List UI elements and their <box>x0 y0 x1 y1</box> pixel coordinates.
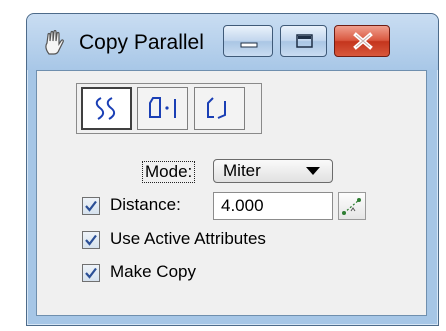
title-bar[interactable]: Copy Parallel <box>27 14 438 70</box>
distance-input[interactable]: 4.000 <box>213 192 333 220</box>
hand-icon <box>45 30 64 55</box>
copy-parallel-keyin-tool[interactable] <box>194 87 245 130</box>
shape-offset-icon <box>149 97 176 118</box>
corner-shape-icon <box>207 97 226 119</box>
use-active-attributes-checkbox[interactable] <box>82 231 100 249</box>
use-active-attributes-label: Use Active Attributes <box>110 229 266 248</box>
use-active-attributes-row: Use Active Attributes <box>82 228 382 252</box>
distance-label: Distance: <box>110 195 181 214</box>
maximize-icon <box>296 34 313 48</box>
measure-distance-button[interactable] <box>338 192 366 220</box>
checkmark-icon <box>85 234 97 246</box>
tool-group <box>76 83 262 134</box>
distance-row: Distance: <box>82 194 212 218</box>
measure-distance-icon <box>342 198 361 215</box>
copy-parallel-distance-tool[interactable] <box>137 87 188 130</box>
minimize-button[interactable] <box>223 25 273 57</box>
mode-value: Miter <box>223 161 261 180</box>
minimize-icon <box>240 42 258 48</box>
close-button[interactable] <box>334 25 390 57</box>
mode-label: Mode: <box>142 161 196 183</box>
checkmark-icon <box>85 200 97 212</box>
copy-parallel-window: Copy Parallel Mode: Miter Distance: 4.00… <box>26 13 439 326</box>
make-copy-label: Make Copy <box>110 262 196 281</box>
close-icon <box>353 32 373 50</box>
dialog-content: Mode: Miter Distance: 4.000 Use Active A… <box>36 70 427 316</box>
wavy-lines-icon <box>95 97 116 120</box>
maximize-button[interactable] <box>280 25 327 57</box>
window-title: Copy Parallel <box>79 31 204 54</box>
distance-checkbox[interactable] <box>82 197 100 215</box>
make-copy-checkbox[interactable] <box>82 264 100 282</box>
copy-parallel-tool[interactable] <box>81 87 132 130</box>
checkmark-icon <box>85 267 97 279</box>
dropdown-arrow-icon <box>306 167 320 175</box>
make-copy-row: Make Copy <box>82 261 282 285</box>
mode-dropdown[interactable]: Miter <box>213 159 333 183</box>
